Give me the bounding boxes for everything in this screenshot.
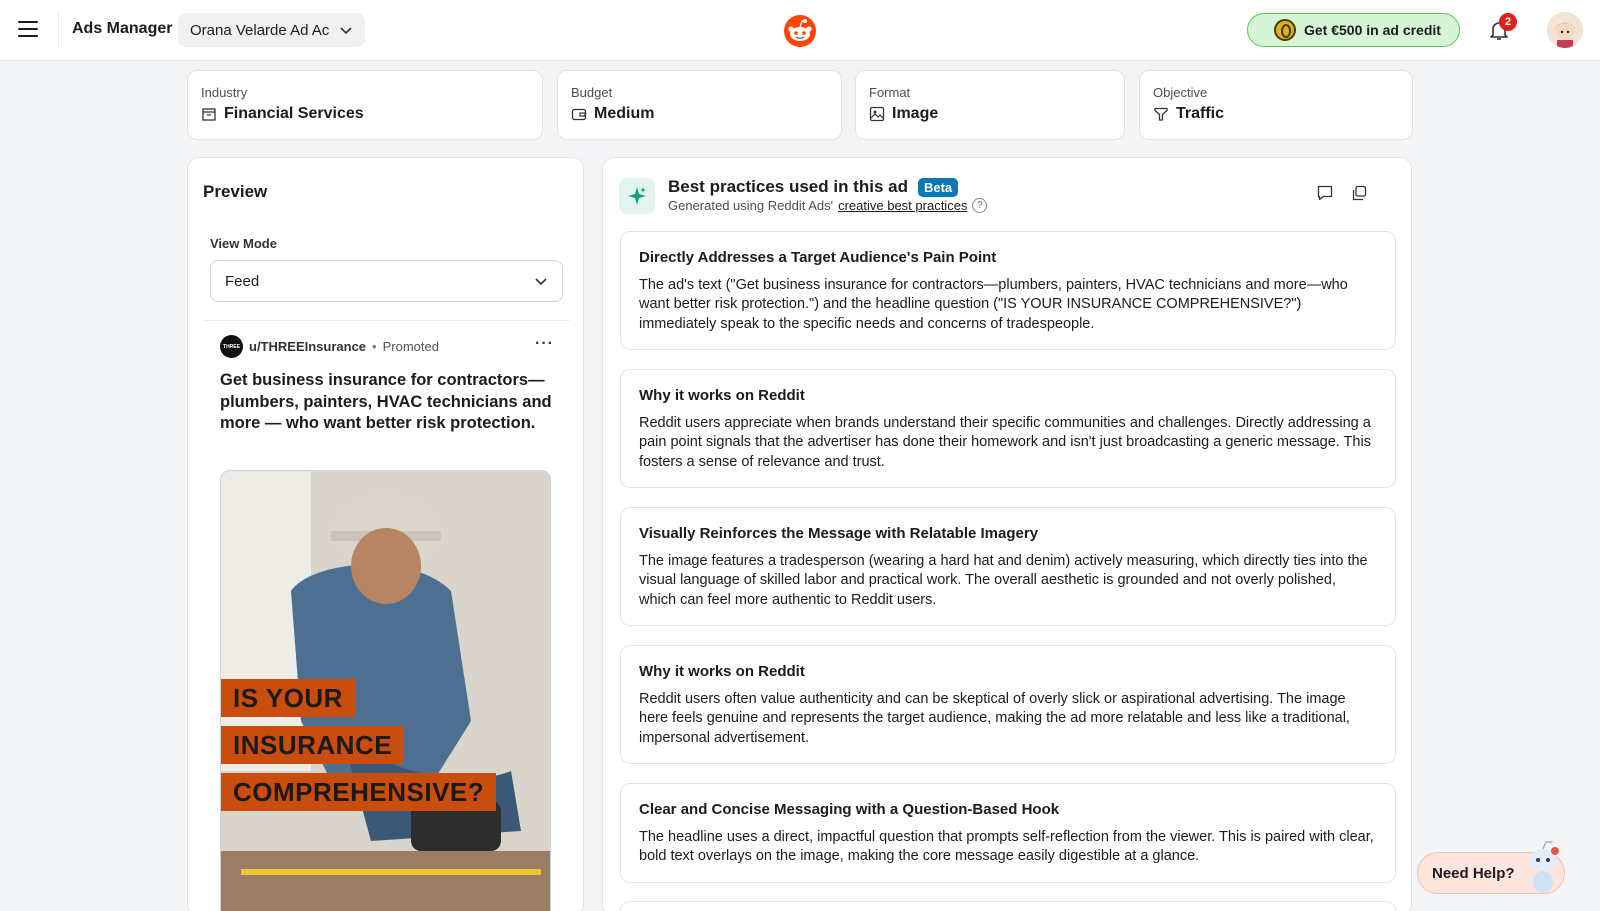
separator: • bbox=[372, 339, 377, 354]
more-options-icon[interactable]: ··· bbox=[535, 335, 554, 353]
ad-post-preview: THREE u/THREEInsurance • Promoted ··· Ge… bbox=[203, 320, 570, 911]
notification-badge: 2 bbox=[1499, 13, 1517, 31]
ad-credit-button[interactable]: Get €500 in ad credit bbox=[1247, 13, 1460, 47]
filter-label: Objective bbox=[1153, 85, 1208, 100]
filter-budget[interactable]: Budget Medium bbox=[557, 70, 842, 140]
filter-value: Medium bbox=[594, 105, 655, 122]
best-practice-card-partial bbox=[620, 901, 1396, 911]
preview-panel: Preview View Mode Feed THREE u/THREEInsu… bbox=[187, 157, 584, 911]
ad-headline-overlay: IS YOUR INSURANCE COMPREHENSIVE? bbox=[221, 679, 497, 820]
image-icon bbox=[869, 106, 885, 122]
view-mode-value: Feed bbox=[225, 272, 260, 290]
snoo-mascot-icon[interactable] bbox=[1522, 836, 1564, 894]
app-title: Ads Manager bbox=[72, 20, 173, 37]
post-username[interactable]: u/THREEInsurance bbox=[249, 339, 366, 354]
promoted-label: Promoted bbox=[382, 339, 439, 354]
card-title: Clear and Concise Messaging with a Quest… bbox=[639, 801, 1060, 818]
filter-value: Financial Services bbox=[224, 105, 364, 122]
beta-badge: Beta bbox=[917, 177, 959, 197]
view-mode-select[interactable]: Feed bbox=[210, 260, 563, 302]
card-title: Directly Addresses a Target Audience's P… bbox=[639, 249, 997, 266]
sparkle-icon bbox=[619, 178, 655, 214]
best-practices-title: Best practices used in this ad Beta bbox=[668, 177, 959, 197]
filter-label: Format bbox=[869, 85, 911, 100]
chevron-down-icon bbox=[535, 278, 547, 286]
account-name: Orana Velarde Ad Ac bbox=[190, 21, 330, 39]
card-body: The ad's text ("Get business insurance f… bbox=[639, 277, 1348, 332]
ad-headline-line: INSURANCE bbox=[221, 726, 405, 764]
ad-headline-line: IS YOUR bbox=[221, 679, 355, 717]
post-text: Get business insurance for contractors—p… bbox=[220, 371, 552, 432]
filter-value: Image bbox=[892, 105, 939, 122]
filter-label: Budget bbox=[571, 85, 613, 100]
copy-icon[interactable] bbox=[1350, 184, 1368, 202]
reddit-logo-icon[interactable] bbox=[784, 15, 816, 47]
ad-headline-line: COMPREHENSIVE? bbox=[221, 773, 497, 811]
best-practice-card: Clear and Concise Messaging with a Quest… bbox=[620, 783, 1396, 883]
card-title: Visually Reinforces the Message with Rel… bbox=[639, 525, 1039, 542]
wallet-icon bbox=[571, 108, 587, 121]
card-title: Why it works on Reddit bbox=[639, 387, 805, 404]
best-practice-card: Why it works on Reddit Reddit users ofte… bbox=[620, 645, 1396, 764]
post-avatar: THREE bbox=[220, 335, 243, 358]
ad-image[interactable]: IS YOUR INSURANCE COMPREHENSIVE? bbox=[220, 470, 551, 911]
card-body: The image features a tradesperson (weari… bbox=[639, 553, 1368, 608]
divider bbox=[58, 12, 59, 48]
best-practices-title-text: Best practices used in this ad bbox=[668, 177, 908, 196]
filter-format[interactable]: Format Image bbox=[855, 70, 1125, 140]
chevron-down-icon bbox=[340, 27, 352, 35]
coin-icon bbox=[1274, 19, 1296, 41]
card-body: Reddit users appreciate when brands unde… bbox=[639, 415, 1371, 470]
top-bar: Ads Manager Orana Velarde Ad Ac Get €500… bbox=[0, 0, 1600, 61]
best-practices-panel: Best practices used in this ad Beta Gene… bbox=[602, 157, 1412, 911]
card-body: The headline uses a direct, impactful qu… bbox=[639, 829, 1374, 865]
best-practice-card: Directly Addresses a Target Audience's P… bbox=[620, 231, 1396, 350]
ad-credit-label: Get €500 in ad credit bbox=[1304, 22, 1441, 38]
funnel-icon bbox=[1154, 107, 1168, 121]
best-practices-subtitle: Generated using Reddit Ads' creative bes… bbox=[668, 198, 988, 213]
card-body: Reddit users often value authenticity an… bbox=[639, 691, 1350, 746]
view-mode-label: View Mode bbox=[210, 236, 277, 251]
best-practice-card: Why it works on Reddit Reddit users appr… bbox=[620, 369, 1396, 488]
filter-value: Traffic bbox=[1176, 105, 1225, 122]
avatar[interactable] bbox=[1547, 12, 1583, 48]
hamburger-icon[interactable] bbox=[18, 21, 38, 39]
avatar-image bbox=[1547, 12, 1583, 48]
need-help-label: Need Help? bbox=[1432, 864, 1515, 882]
filter-industry[interactable]: Industry Financial Services bbox=[187, 70, 543, 140]
filter-objective[interactable]: Objective Traffic bbox=[1139, 70, 1413, 140]
preview-title: Preview bbox=[203, 182, 268, 201]
creative-best-practices-link[interactable]: creative best practices bbox=[838, 198, 967, 213]
card-title: Why it works on Reddit bbox=[639, 663, 805, 680]
subtitle-prefix: Generated using Reddit Ads' bbox=[668, 198, 834, 213]
help-icon[interactable]: ? bbox=[972, 198, 988, 213]
feedback-icon[interactable] bbox=[1316, 184, 1334, 202]
account-selector[interactable]: Orana Velarde Ad Ac bbox=[178, 13, 365, 47]
best-practice-card: Visually Reinforces the Message with Rel… bbox=[620, 507, 1396, 626]
filter-label: Industry bbox=[201, 85, 248, 100]
building-icon bbox=[202, 108, 216, 121]
